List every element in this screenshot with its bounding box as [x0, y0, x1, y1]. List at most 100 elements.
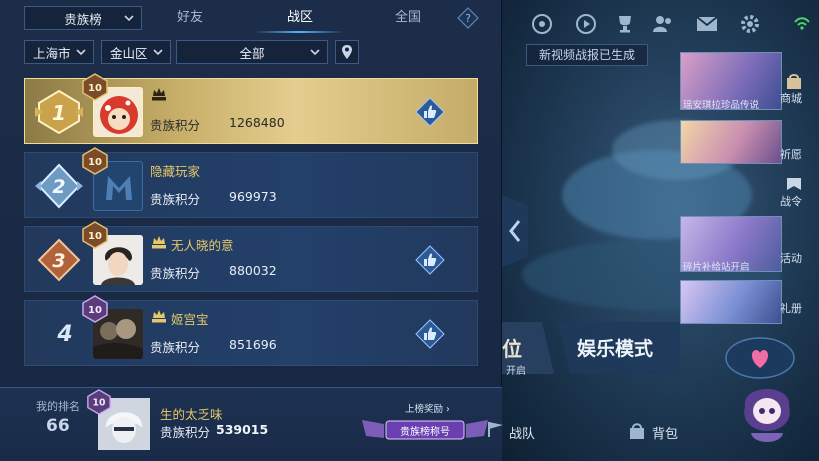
- backpack-icon[interactable]: [626, 420, 648, 440]
- side-label-gift[interactable]: 礼册: [780, 300, 802, 316]
- question-icon[interactable]: ?: [457, 7, 479, 29]
- my-score-label: 贵族积分: [160, 425, 211, 440]
- ranking-row[interactable]: 1 10 贵族积分 1268480: [24, 73, 478, 144]
- thumbs-up-icon[interactable]: [415, 245, 445, 275]
- radar-icon[interactable]: [530, 12, 554, 36]
- tab-war-zone[interactable]: 战区: [258, 6, 342, 30]
- my-player-name: 生的太乏味: [160, 407, 223, 422]
- my-rank-value: 66: [46, 416, 70, 436]
- district-select[interactable]: 金山区: [101, 40, 171, 64]
- ranking-row[interactable]: 2 10 隐藏玩家 贵族积分 969973: [24, 147, 478, 218]
- scope-select-label: 全部: [239, 45, 265, 61]
- score-value: 969973: [229, 189, 277, 204]
- mail-icon[interactable]: [695, 12, 719, 36]
- tab-friends[interactable]: 好友: [150, 6, 230, 30]
- svg-text:1: 1: [52, 101, 66, 125]
- reward-badge-label: 贵族榜称号: [400, 427, 450, 438]
- scope-select[interactable]: 全部: [176, 40, 328, 64]
- category-select[interactable]: 贵族榜: [24, 6, 142, 30]
- player-name: 无人晓的意: [171, 238, 234, 253]
- shop-icon[interactable]: [784, 72, 804, 92]
- svg-text:10: 10: [93, 398, 106, 409]
- tab-national[interactable]: 全国: [368, 6, 448, 30]
- score-label: 贵族积分: [150, 266, 201, 281]
- side-label-event[interactable]: 活动: [780, 250, 802, 266]
- trophy-icon[interactable]: [613, 12, 637, 36]
- svg-text:10: 10: [88, 83, 102, 94]
- wifi-signal-icon: [794, 17, 810, 30]
- heart-bubble-icon[interactable]: [723, 336, 797, 380]
- category-select-label: 贵族榜: [64, 11, 102, 27]
- city-select[interactable]: 上海市: [24, 40, 94, 64]
- collapse-arrow-icon[interactable]: [502, 195, 528, 267]
- svip-crown-icon: [152, 236, 166, 249]
- promo-card-shards[interactable]: 碎片补给站开启: [680, 216, 782, 272]
- svg-text:?: ?: [465, 12, 471, 25]
- silver-rank-medal-icon: 2: [35, 163, 83, 209]
- score-label: 贵族积分: [150, 118, 201, 133]
- bronze-rank-medal-icon: 3: [37, 238, 81, 282]
- score-value: 1268480: [229, 115, 285, 130]
- promo-card-label: 瑶安琪拉珍品传说: [683, 100, 760, 110]
- promo-card-skin[interactable]: 瑶安琪拉珍品传说: [680, 52, 782, 110]
- svg-text:10: 10: [88, 231, 102, 242]
- location-button[interactable]: [335, 40, 359, 64]
- svip-crown-icon: [152, 88, 166, 101]
- noble-level-badge: 10: [82, 221, 108, 249]
- svg-text:10: 10: [88, 305, 102, 316]
- ranking-panel: 贵族榜 好友 战区 全国 ? 上海市 金山区 全部 1 10 贵族积分 1268…: [0, 0, 502, 461]
- battle-pass-icon[interactable]: [784, 174, 804, 194]
- score-value: 880032: [229, 263, 277, 278]
- team-button[interactable]: 战队: [509, 423, 535, 442]
- score-label: 贵族积分: [150, 340, 201, 355]
- ranked-mode-label[interactable]: 位: [502, 333, 522, 362]
- chevron-down-icon: [153, 49, 163, 56]
- replay-icon[interactable]: [574, 12, 598, 36]
- noble-level-badge: 10: [82, 295, 108, 323]
- my-score-value: 539015: [216, 422, 269, 437]
- promo-card-gift[interactable]: [680, 280, 782, 324]
- gear-icon[interactable]: [738, 12, 762, 36]
- active-tab-indicator: [254, 31, 344, 33]
- score-value: 851696: [229, 337, 277, 352]
- promo-card-wish[interactable]: [680, 120, 782, 164]
- noble-level-badge: 10: [82, 147, 108, 175]
- player-name: 姬宫宝: [171, 312, 209, 327]
- ranking-topbar: 贵族榜 好友 战区 全国 ?: [0, 0, 502, 38]
- thumbs-up-icon[interactable]: [415, 97, 445, 127]
- svg-text:10: 10: [88, 157, 102, 168]
- svg-text:3: 3: [52, 250, 65, 272]
- video-report-banner[interactable]: 新视频战报已生成: [526, 44, 648, 66]
- ranking-row[interactable]: 4 10 姬宫宝 贵族积分 851696: [24, 295, 478, 366]
- ranked-mode-sub: 开启: [506, 366, 526, 377]
- backpack-button[interactable]: 背包: [652, 423, 678, 442]
- my-rank-label: 我的排名: [36, 400, 80, 413]
- side-label-pass[interactable]: 战令: [780, 193, 802, 209]
- side-label-wish[interactable]: 祈愿: [780, 146, 802, 162]
- chevron-down-icon: [310, 49, 320, 56]
- ranking-row[interactable]: 3 10 无人晓的意 贵族积分 880032: [24, 221, 478, 292]
- casual-mode-button[interactable]: 娱乐模式: [577, 334, 653, 361]
- city-select-label: 上海市: [33, 45, 71, 61]
- chibi-mascot-icon[interactable]: [737, 375, 797, 447]
- side-label-shop[interactable]: 商城: [780, 90, 802, 106]
- svg-text:2: 2: [52, 176, 65, 198]
- team-flag-icon: [488, 422, 503, 437]
- player-name: 隐藏玩家: [150, 164, 201, 179]
- noble-level-badge: 10: [82, 73, 108, 101]
- chevron-down-icon: [124, 15, 134, 22]
- svip-crown-icon: [152, 310, 166, 323]
- score-label: 贵族积分: [150, 192, 201, 207]
- rank-number: 4: [57, 322, 73, 347]
- friends-icon[interactable]: [651, 12, 675, 36]
- gold-rank-medal-icon: 1: [35, 89, 83, 135]
- reward-link[interactable]: 上榜奖励 ›: [405, 401, 450, 415]
- thumbs-up-icon[interactable]: [415, 319, 445, 349]
- district-select-label: 金山区: [110, 45, 148, 61]
- noble-level-badge: 10: [87, 389, 111, 415]
- reward-title-badge[interactable]: 贵族榜称号: [362, 414, 488, 444]
- location-pin-icon: [342, 45, 352, 59]
- promo-card-label: 碎片补给站开启: [683, 262, 750, 272]
- chevron-down-icon: [76, 49, 86, 56]
- my-rank-bar: 我的排名 66 10 生的太乏味 贵族积分 539015 上榜奖励 › 贵族榜称…: [0, 387, 502, 461]
